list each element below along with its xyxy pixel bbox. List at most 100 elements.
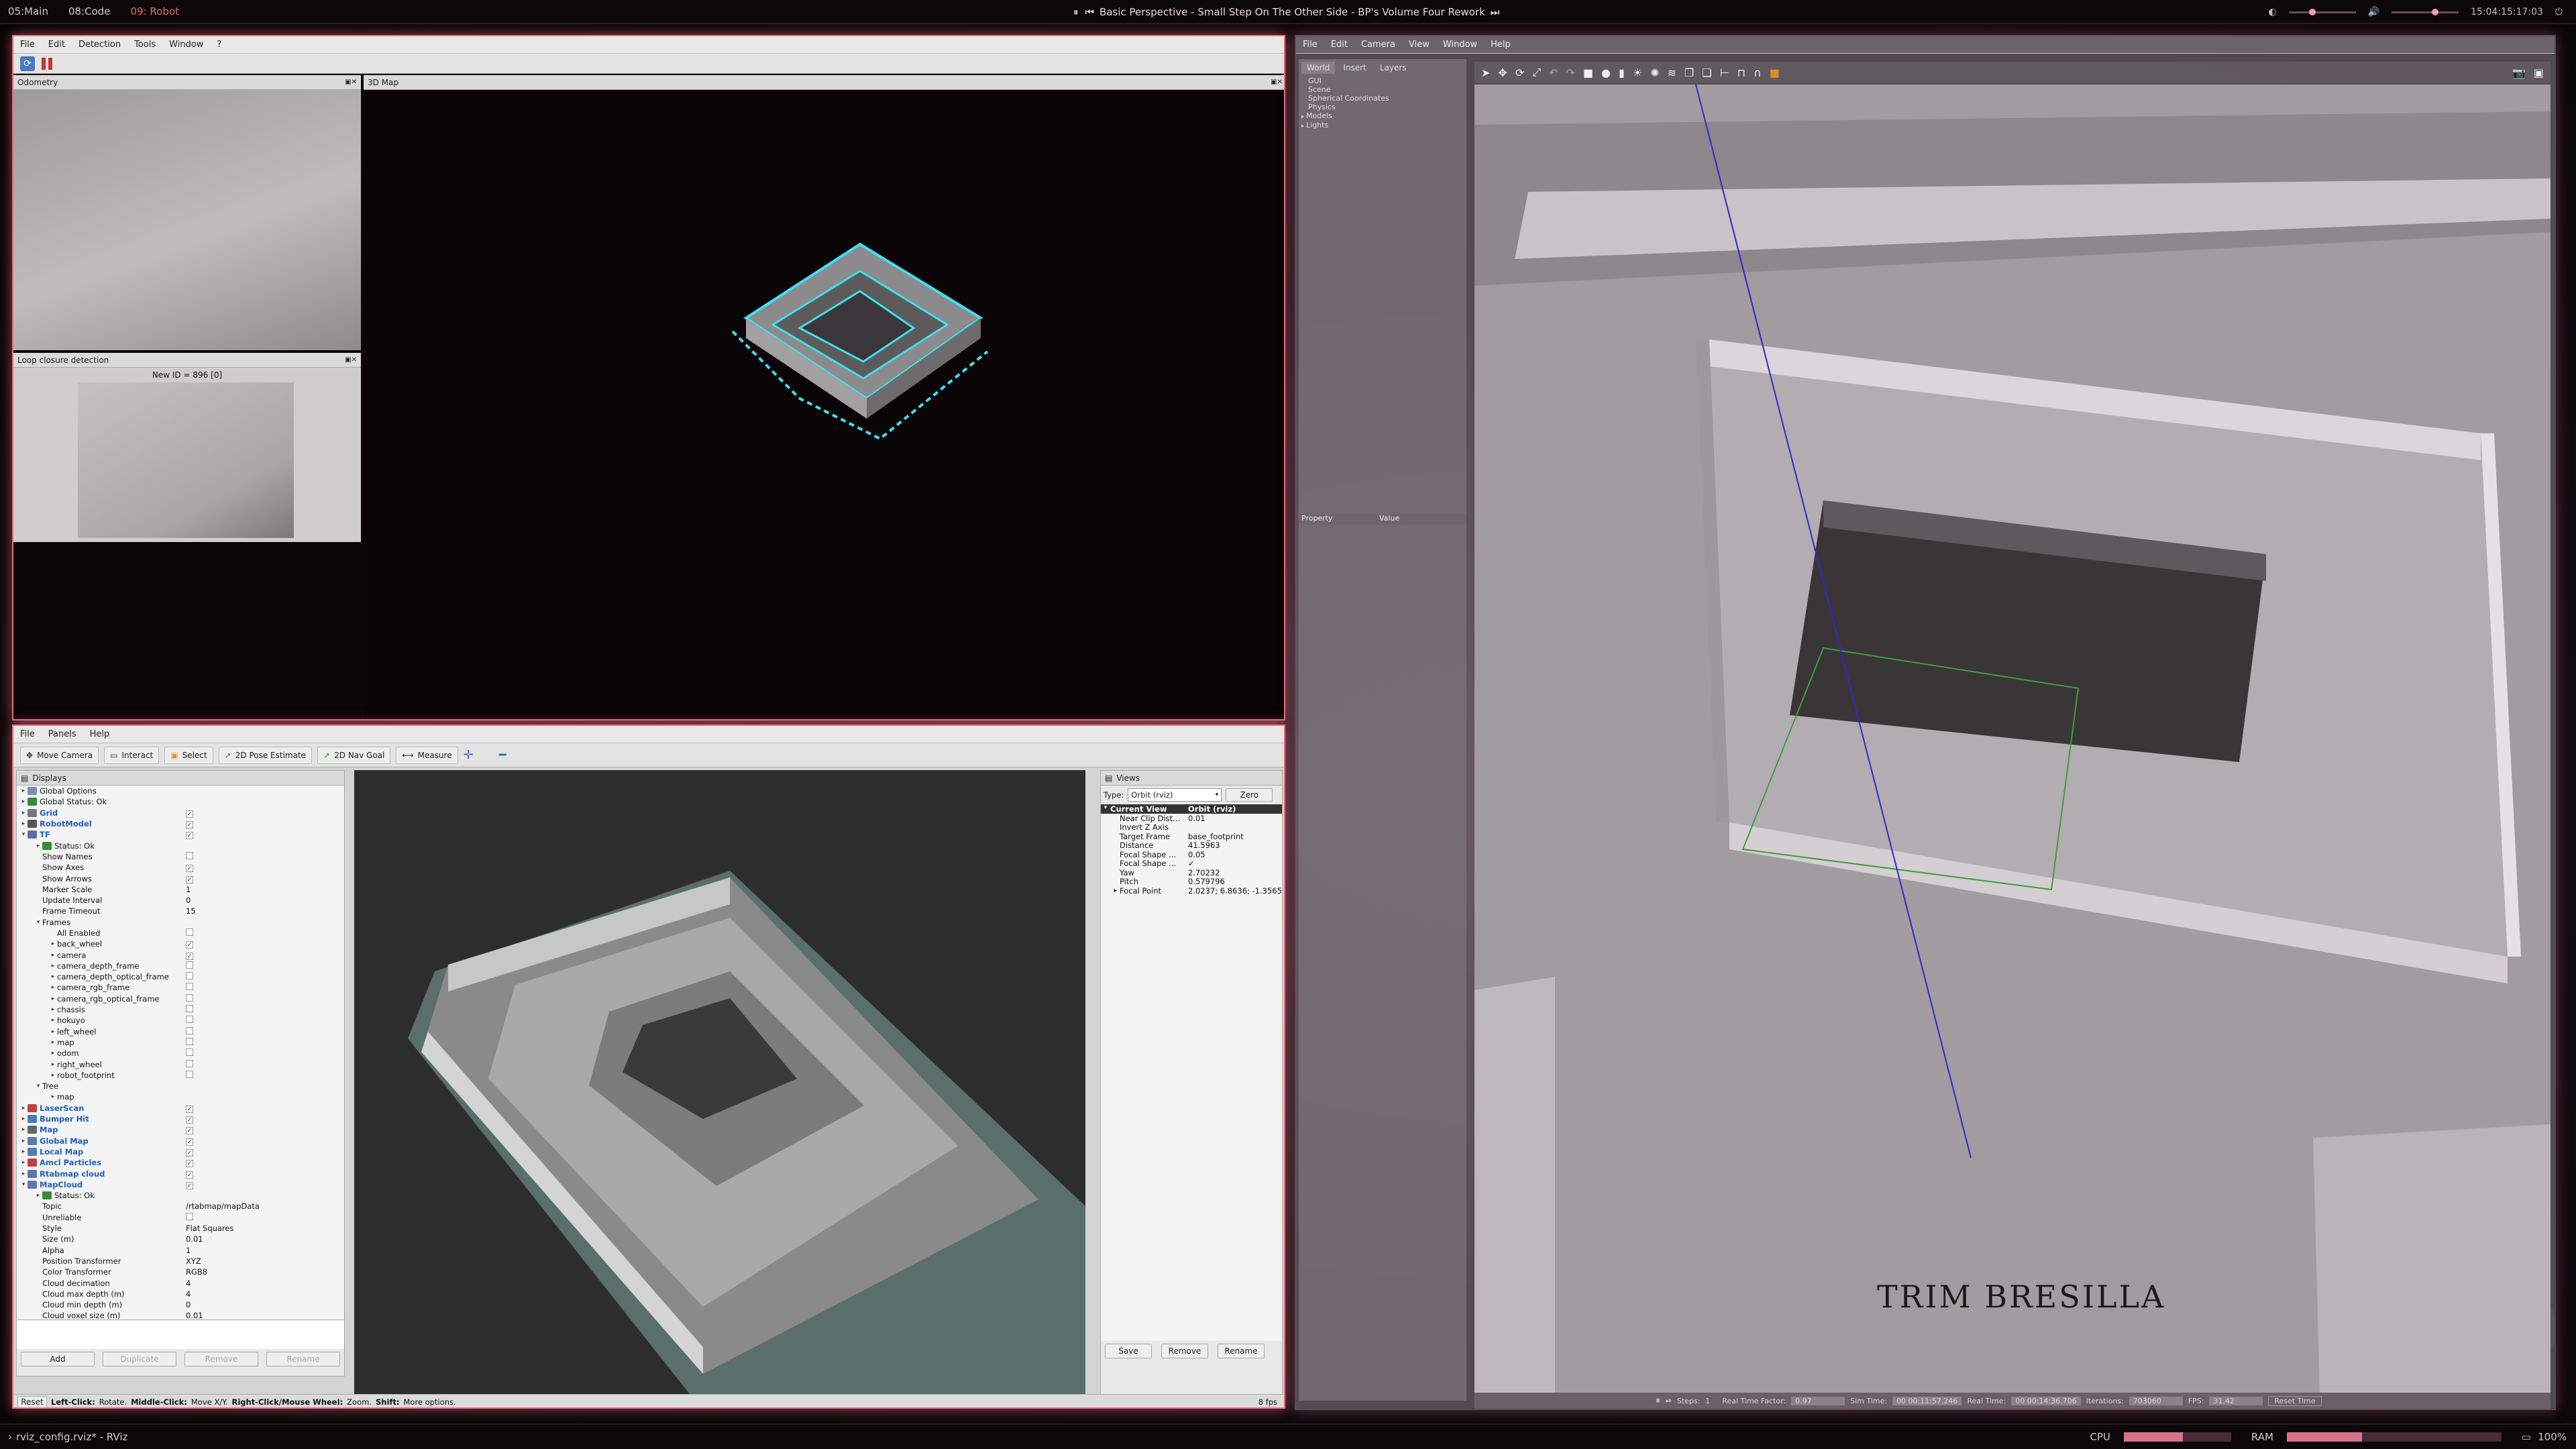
display-row[interactable]: ▸ LaserScan ✓ <box>19 1103 344 1114</box>
pause-icon[interactable] <box>40 56 54 71</box>
display-row[interactable]: Update Interval 0 <box>19 895 344 906</box>
display-checkbox[interactable]: ✓ <box>186 1125 193 1135</box>
unchecked-box[interactable] <box>186 851 193 859</box>
tool-2d-pose-estimate[interactable]: ➚ 2D Pose Estimate <box>218 746 313 764</box>
menu-panels[interactable]: Panels <box>42 729 83 739</box>
menu-edit[interactable]: Edit <box>42 40 72 50</box>
display-row[interactable]: ▸ hokuyo <box>19 1015 344 1026</box>
media-next-icon[interactable]: ⏭ <box>1491 6 1500 18</box>
expand-icon[interactable]: ▸ <box>19 810 28 816</box>
display-row[interactable]: ▾ Tree <box>19 1081 344 1091</box>
expand-icon[interactable]: ▸ <box>49 973 57 980</box>
view-property-value[interactable]: 0.01 <box>1188 814 1205 823</box>
box-icon[interactable]: ■ <box>1583 66 1593 79</box>
display-row[interactable]: Frame Timeout 15 <box>19 906 344 916</box>
remove-tool-icon[interactable]: ━ <box>499 748 506 762</box>
scale-icon[interactable]: ⤢ <box>1532 66 1541 79</box>
display-checkbox[interactable] <box>186 1059 193 1069</box>
expand-icon[interactable]: ▾ <box>34 919 42 926</box>
view-property-row[interactable]: Near Clip Dist... 0.01 <box>1101 814 1282 823</box>
check-icon[interactable]: ✓ <box>186 1127 193 1135</box>
display-checkbox[interactable] <box>186 972 193 981</box>
display-row[interactable]: ▸ chassis <box>19 1004 344 1015</box>
check-icon[interactable]: ✓ <box>186 952 193 960</box>
menu-view[interactable]: View <box>1402 40 1436 50</box>
display-row[interactable]: ▸ camera_rgb_optical_frame <box>19 994 344 1004</box>
view-property-value[interactable]: 2.0237; 6.8636; -1.3565 <box>1188 886 1282 896</box>
display-row[interactable]: ▸ Amcl Particles ✓ <box>19 1157 344 1168</box>
media-prev-icon[interactable]: ⏮ <box>1085 6 1095 18</box>
expand-icon[interactable]: ▸ <box>19 1116 28 1122</box>
workspace-main[interactable]: 05:Main <box>8 5 48 17</box>
check-icon[interactable]: ✓ <box>186 810 193 818</box>
orange-mode-icon[interactable]: ■ <box>1770 66 1780 79</box>
display-row[interactable]: Show Axes ✓ <box>19 862 344 873</box>
display-value[interactable]: RGB8 <box>186 1267 207 1277</box>
display-checkbox[interactable] <box>186 994 193 1004</box>
cylinder-icon[interactable]: ▮ <box>1619 66 1625 79</box>
expand-icon[interactable]: ▸ <box>49 1039 57 1046</box>
menu-file[interactable]: File <box>13 729 42 739</box>
display-value[interactable]: /rtabmap/mapData <box>186 1201 260 1211</box>
display-checkbox[interactable]: ✓ <box>186 819 193 829</box>
check-icon[interactable]: ✓ <box>186 821 193 829</box>
display-checkbox[interactable] <box>186 928 193 938</box>
display-value[interactable]: 0 <box>186 896 191 905</box>
display-checkbox[interactable]: ✓ <box>186 874 193 883</box>
expand-icon[interactable]: ▸ <box>49 941 57 947</box>
expand-icon[interactable]: ▸ <box>19 798 28 805</box>
unchecked-box[interactable] <box>186 1016 193 1024</box>
display-row[interactable]: ▸ camera ✓ <box>19 949 344 960</box>
rename-view-button[interactable]: Rename <box>1218 1344 1265 1358</box>
rviz-3d-view[interactable] <box>354 770 1085 1394</box>
display-checkbox[interactable]: ✓ <box>186 1114 193 1124</box>
view-property-value[interactable]: ✓ <box>1188 859 1195 868</box>
media-pause-icon[interactable]: ⏸ <box>1073 6 1079 18</box>
display-checkbox[interactable]: ✓ <box>186 1136 193 1146</box>
screenshot-icon[interactable]: 📷 <box>2512 66 2526 79</box>
display-row[interactable]: ▸ map <box>19 1091 344 1102</box>
display-row[interactable]: ▸ map <box>19 1037 344 1048</box>
display-row[interactable]: ▸ Status: Ok <box>19 1190 344 1201</box>
dock-float-icon[interactable]: ▣✕ <box>1271 78 1283 86</box>
magnet-icon[interactable]: ∩ <box>1754 66 1762 79</box>
display-value[interactable]: 1 <box>186 1246 191 1255</box>
step-icon[interactable]: ⏯ <box>1666 1396 1672 1405</box>
view-property-row[interactable]: Yaw 2.70232 <box>1101 868 1282 877</box>
display-checkbox[interactable] <box>186 1070 193 1080</box>
display-row[interactable]: ▸ RobotModel ✓ <box>19 818 344 829</box>
map3d-view[interactable] <box>364 90 1285 720</box>
check-icon[interactable]: ✓ <box>186 875 193 883</box>
display-row[interactable]: Show Names <box>19 851 344 862</box>
tab-layers[interactable]: Layers <box>1375 62 1412 74</box>
display-row[interactable]: ▾ Frames <box>19 917 344 928</box>
check-icon[interactable]: ✓ <box>186 865 193 873</box>
spot-light-icon[interactable]: ≋ <box>1668 66 1676 79</box>
expand-icon[interactable]: ▸ <box>49 963 57 969</box>
unchecked-box[interactable] <box>186 972 193 980</box>
sun-icon[interactable]: ☀ <box>1633 66 1642 79</box>
rename-display-button[interactable]: Rename <box>266 1352 340 1366</box>
display-row[interactable]: ▸ right_wheel <box>19 1059 344 1069</box>
display-row[interactable]: ▾ MapCloud ✓ <box>19 1179 344 1190</box>
tree-item-models[interactable]: ▸ Models <box>1301 111 1466 121</box>
display-value[interactable]: 0 <box>186 1300 191 1309</box>
view-property-value[interactable]: 41.5963 <box>1188 841 1220 850</box>
expand-icon[interactable]: ▸ <box>49 1028 57 1035</box>
unchecked-box[interactable] <box>186 1026 193 1034</box>
display-value[interactable]: Flat Squares <box>186 1224 234 1233</box>
views-zero-button[interactable]: Zero <box>1226 788 1273 802</box>
display-row[interactable]: ▸ camera_depth_frame <box>19 961 344 971</box>
display-row[interactable]: Color Transformer RGB8 <box>19 1267 344 1277</box>
display-value[interactable]: 4 <box>186 1289 191 1299</box>
display-row[interactable]: ▾ TF ✓ <box>19 829 344 840</box>
tree-item-spherical-coordinates[interactable]: Spherical Coordinates <box>1308 94 1466 103</box>
workspace-robot[interactable]: 09: Robot <box>131 5 179 17</box>
tool-select[interactable]: ▣ Select <box>164 746 213 764</box>
display-row[interactable]: ▸ camera_rgb_frame <box>19 982 344 993</box>
brightness-slider[interactable] <box>2288 8 2356 15</box>
expand-icon[interactable]: ▸ <box>19 820 28 827</box>
tab-world[interactable]: World <box>1301 62 1336 74</box>
display-row[interactable]: Size (m) 0.01 <box>19 1234 344 1244</box>
undo-icon[interactable]: ↶ <box>1549 66 1558 79</box>
